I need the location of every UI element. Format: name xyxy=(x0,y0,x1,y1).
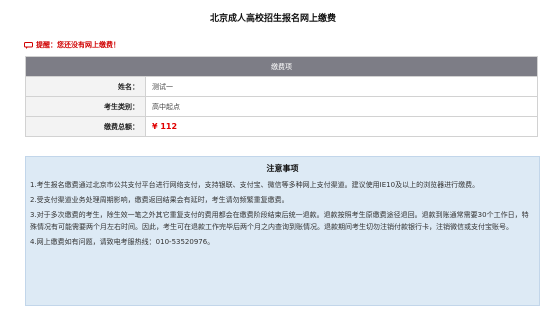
name-value: 测试一 xyxy=(145,76,538,97)
notice-title: 注意事项 xyxy=(266,164,299,173)
page-title: 北京成人高校招生报名网上缴费 xyxy=(209,14,336,24)
payment-reminder: 提醒：您还没有网上缴费！ xyxy=(24,40,120,50)
notice-item: 4.网上缴费如有问题，请致电考服热线：010-53520976。 xyxy=(30,238,215,246)
table-row: 姓名： 测试一 xyxy=(25,76,538,97)
notice-item: 3.对于多次缴费的考生，除生效一笔之外其它重复支付的费用都会在缴费阶段结束后统一… xyxy=(30,211,529,231)
total-amount-label: 缴费总额： xyxy=(25,116,146,137)
table-row: 缴费总额： ¥ 112 xyxy=(25,116,538,137)
name-label: 姓名： xyxy=(25,76,146,97)
fee-table-header: 缴费项 xyxy=(25,56,538,77)
fee-table: 缴费项 姓名： 测试一 考生类别： 高中起点 缴费总额： ¥ 112 xyxy=(25,56,538,137)
table-row: 考生类别： 高中起点 xyxy=(25,96,538,117)
category-value: 高中起点 xyxy=(145,96,538,117)
total-amount-cell: ¥ 112 xyxy=(145,116,538,137)
reminder-text: 提醒：您还没有网上缴费！ xyxy=(36,41,120,49)
notice-item: 2.受支付渠道业务处理周期影响，缴费返回结果会有延时，考生请勿频繁重复缴费。 xyxy=(30,196,289,204)
total-amount-value: ¥ 112 xyxy=(152,122,178,131)
comment-alert-icon xyxy=(24,41,33,49)
category-label: 考生类别： xyxy=(25,96,146,117)
notice-item: 1.考生报名缴费通过北京市公共支付平台进行网络支付，支持银联、支付宝、微信等多种… xyxy=(30,181,480,189)
notice-panel: 注意事项 1.考生报名缴费通过北京市公共支付平台进行网络支付，支持银联、支付宝、… xyxy=(25,156,540,306)
